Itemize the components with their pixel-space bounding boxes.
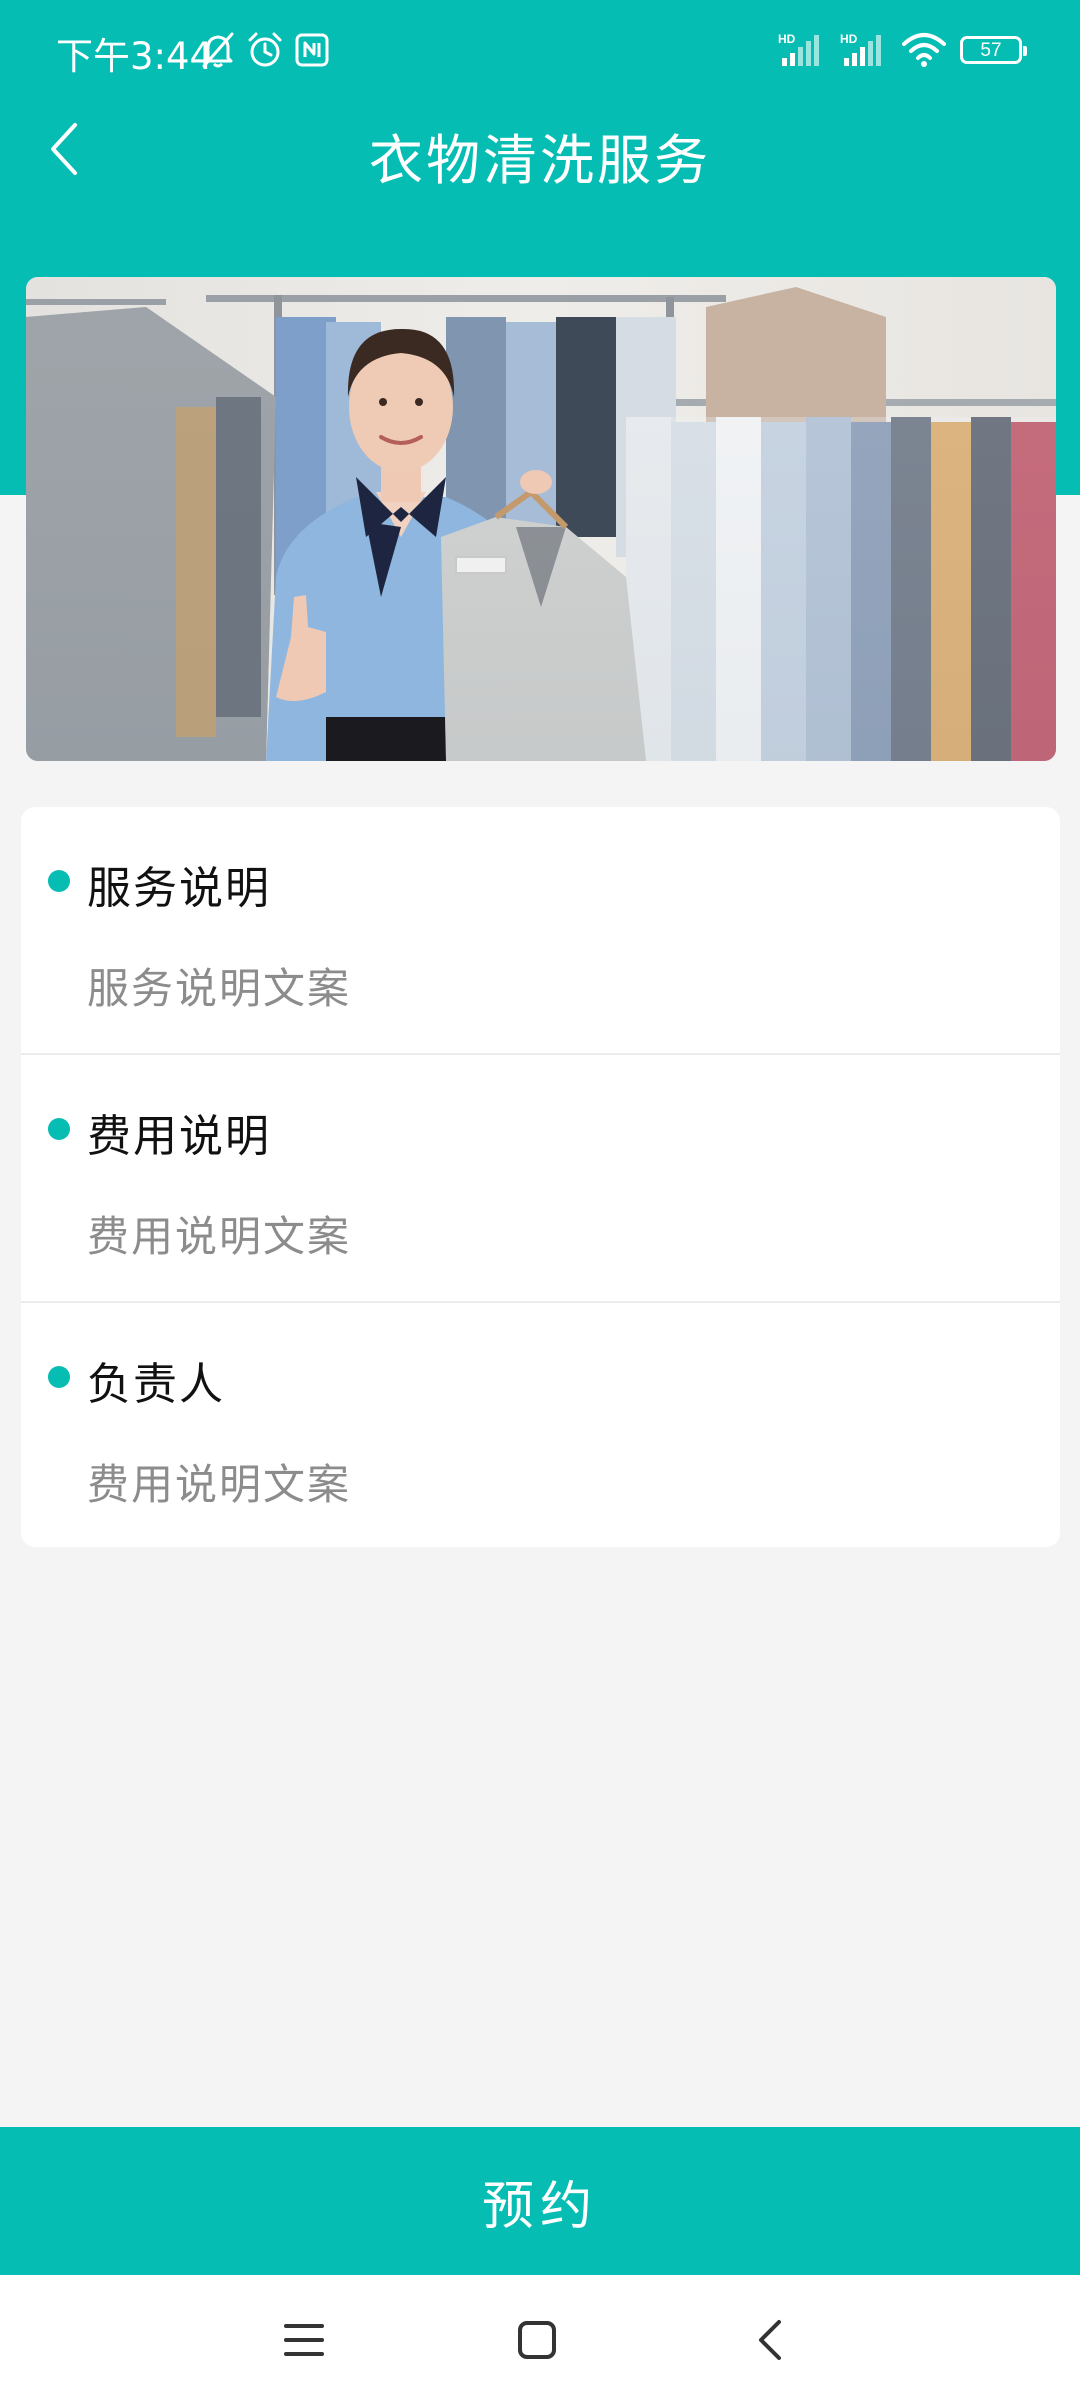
status-right-icons: HD HD 57 — [778, 28, 1027, 72]
mute-bell-icon — [200, 31, 236, 69]
section-fee-description: 费用说明 费用说明文案 — [21, 1055, 1060, 1303]
menu-icon — [284, 2324, 324, 2356]
section-description: 服务说明文案 — [87, 964, 352, 1013]
page-title: 衣物清洗服务 — [369, 129, 711, 192]
section-description: 费用说明文案 — [87, 1212, 352, 1261]
alarm-icon — [246, 31, 284, 69]
section-person-in-charge: 负责人 费用说明文案 — [21, 1303, 1060, 1547]
wifi-icon — [902, 32, 946, 68]
home-icon — [518, 2321, 556, 2359]
bullet-dot — [48, 870, 70, 892]
bullet-dot — [48, 1366, 70, 1388]
info-card: 服务说明 服务说明文案 费用说明 费用说明文案 负责人 费用说明文案 — [21, 807, 1060, 1547]
network-2-text: HD — [840, 32, 858, 46]
signal-icon: HD — [778, 30, 826, 70]
section-title: 负责人 — [87, 1359, 225, 1410]
status-time: 下午3:44 — [56, 35, 214, 78]
bullet-dot — [48, 1118, 70, 1140]
section-service-description: 服务说明 服务说明文案 — [21, 807, 1060, 1055]
home-button[interactable] — [502, 2305, 572, 2375]
book-button-label: 预约 — [481, 2177, 598, 2236]
banner-image — [26, 277, 1056, 761]
app-screen: 下午3:44 HD HD 57 衣物清洗服务 服务说明 服务说明文案 费用说明 … — [0, 0, 1080, 2400]
book-button[interactable]: 预约 — [0, 2127, 1080, 2275]
section-description: 费用说明文案 — [87, 1460, 352, 1509]
system-nav-bar — [0, 2275, 1080, 2400]
system-back-button[interactable] — [735, 2305, 805, 2375]
status-bar: 下午3:44 HD HD 57 — [0, 0, 1080, 100]
network-1-text: HD — [778, 32, 796, 46]
back-icon — [759, 2320, 781, 2360]
signal-icon: HD — [840, 30, 888, 70]
section-title: 服务说明 — [87, 863, 271, 914]
battery-icon: 57 — [960, 36, 1027, 64]
section-title: 费用说明 — [87, 1111, 271, 1162]
status-left-icons — [200, 30, 330, 70]
laundry-service-photo — [26, 277, 1056, 761]
title-bar: 衣物清洗服务 — [0, 100, 1080, 200]
menu-button[interactable] — [269, 2305, 339, 2375]
battery-level: 57 — [980, 39, 1002, 61]
nfc-icon — [294, 32, 330, 68]
